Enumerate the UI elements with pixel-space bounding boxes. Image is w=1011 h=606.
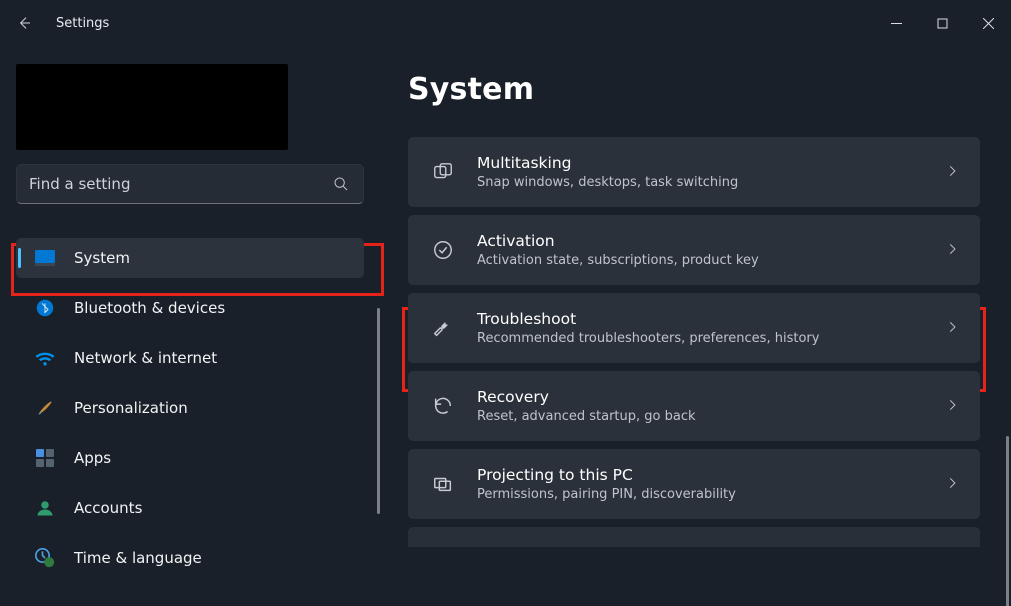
minimize-icon [891, 18, 902, 29]
projector-icon [429, 473, 457, 495]
card-subtitle: Permissions, pairing PIN, discoverabilit… [477, 487, 925, 502]
cards: Multitasking Snap windows, desktops, tas… [408, 137, 983, 551]
bluetooth-icon [34, 299, 56, 317]
card-multitasking[interactable]: Multitasking Snap windows, desktops, tas… [408, 137, 980, 207]
sidebar-item-label: System [74, 249, 130, 267]
sidebar-item-label: Time & language [74, 549, 202, 567]
sidebar-item-network[interactable]: Network & internet [16, 338, 364, 378]
card-title: Troubleshoot [477, 310, 925, 329]
chevron-right-icon [945, 475, 959, 494]
window-controls [873, 6, 1011, 40]
maximize-button[interactable] [919, 6, 965, 40]
card-title: Recovery [477, 388, 925, 407]
main-scroll-thumb[interactable] [1006, 436, 1009, 606]
sidebar-item-label: Network & internet [74, 349, 217, 367]
apps-icon [34, 449, 56, 467]
recovery-icon [429, 395, 457, 417]
sidebar-item-label: Personalization [74, 399, 188, 417]
card-troubleshoot[interactable]: Troubleshoot Recommended troubleshooters… [408, 293, 980, 363]
card-subtitle: Recommended troubleshooters, preferences… [477, 331, 925, 346]
sidebar-item-time-language[interactable]: Time & language [16, 538, 364, 578]
multitasking-icon [429, 161, 457, 183]
app-title: Settings [56, 16, 109, 31]
chevron-right-icon [945, 397, 959, 416]
minimize-button[interactable] [873, 6, 919, 40]
wifi-icon [34, 350, 56, 366]
sidebar-item-apps[interactable]: Apps [16, 438, 364, 478]
close-icon [983, 18, 994, 29]
paintbrush-icon [34, 398, 56, 418]
card-subtitle: Reset, advanced startup, go back [477, 409, 925, 424]
card-activation[interactable]: Activation Activation state, subscriptio… [408, 215, 980, 285]
clock-globe-icon [34, 548, 56, 568]
card-title: Activation [477, 232, 925, 251]
back-button[interactable] [14, 13, 34, 33]
titlebar: Settings [0, 0, 1011, 46]
card-title: Multitasking [477, 154, 925, 173]
chevron-right-icon [945, 241, 959, 260]
card-subtitle: Activation state, subscriptions, product… [477, 253, 925, 268]
card-title: Projecting to this PC [477, 466, 925, 485]
settings-window: Settings [0, 0, 1011, 606]
sidebar-item-bluetooth[interactable]: Bluetooth & devices [16, 288, 364, 328]
check-circle-icon [429, 239, 457, 261]
page-title: System [408, 72, 983, 107]
search-box[interactable] [16, 164, 364, 204]
person-icon [34, 499, 56, 517]
wrench-icon [429, 317, 457, 339]
sidebar-item-label: Bluetooth & devices [74, 299, 225, 317]
card-partial-next[interactable] [408, 527, 980, 547]
card-subtitle: Snap windows, desktops, task switching [477, 175, 925, 190]
sidebar-item-personalization[interactable]: Personalization [16, 388, 364, 428]
search-input[interactable] [29, 175, 331, 193]
display-icon [34, 250, 56, 266]
sidebar-item-label: Apps [74, 449, 111, 467]
chevron-right-icon [945, 163, 959, 182]
card-recovery[interactable]: Recovery Reset, advanced startup, go bac… [408, 371, 980, 441]
back-arrow-icon [16, 15, 32, 31]
sidebar-item-system[interactable]: System [16, 238, 364, 278]
card-projecting[interactable]: Projecting to this PC Permissions, pairi… [408, 449, 980, 519]
sidebar-item-label: Accounts [74, 499, 142, 517]
chevron-right-icon [945, 319, 959, 338]
maximize-icon [937, 18, 948, 29]
close-button[interactable] [965, 6, 1011, 40]
profile-block[interactable] [16, 64, 288, 150]
main-content: System Multitasking Snap windows, deskto… [380, 46, 1011, 606]
sidebar: System Bluetooth & devices Network & int… [0, 46, 380, 606]
sidebar-nav: System Bluetooth & devices Network & int… [16, 238, 370, 588]
search-icon [331, 176, 351, 192]
sidebar-item-accounts[interactable]: Accounts [16, 488, 364, 528]
